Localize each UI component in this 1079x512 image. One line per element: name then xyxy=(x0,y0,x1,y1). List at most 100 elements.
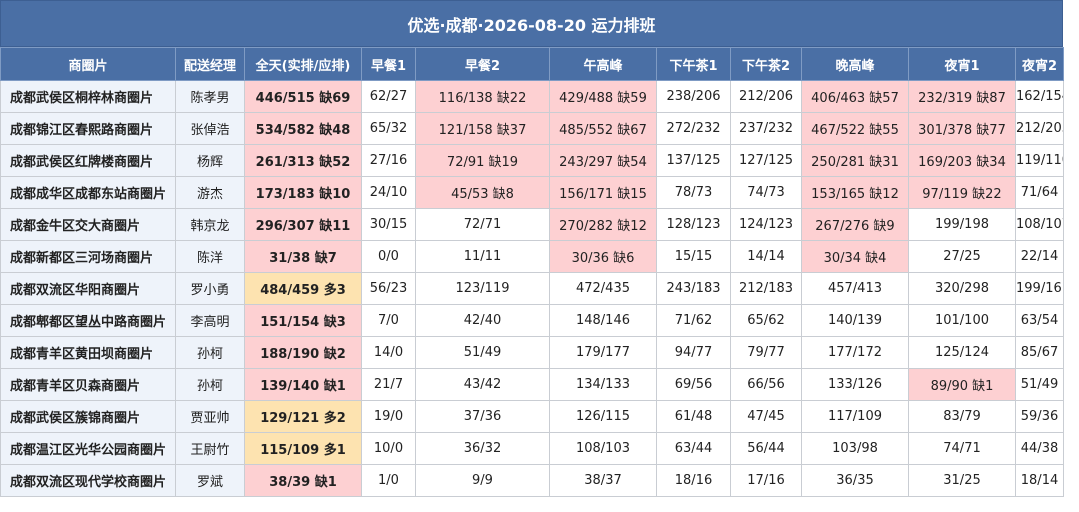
slot-cell: 47/45 xyxy=(730,400,802,433)
slot-cell: 108/103 xyxy=(549,432,657,465)
slot-cell: 66/56 xyxy=(730,368,802,401)
total-cell: 484/459 多3 xyxy=(244,272,362,305)
slot-cell: 272/232 xyxy=(656,112,731,145)
slot-cell: 61/48 xyxy=(656,400,731,433)
total-cell: 115/109 多1 xyxy=(244,432,362,465)
total-cell: 31/38 缺7 xyxy=(244,240,362,273)
slot-cell: 30/15 xyxy=(361,208,416,241)
header-dinner-peak: 晚高峰 xyxy=(801,47,909,81)
area-cell: 成都金牛区交大商圈片 xyxy=(0,208,176,241)
table-row: 成都双流区现代学校商圈片 罗斌 38/39 缺1 1/0 9/9 38/37 18/16 17… xyxy=(0,464,1064,497)
slot-cell: 31/25 xyxy=(908,464,1016,497)
slot-cell: 137/125 xyxy=(656,144,731,177)
slot-cell: 9/9 xyxy=(415,464,550,497)
header-breakfast1: 早餐1 xyxy=(361,47,416,81)
slot-cell: 169/203 缺34 xyxy=(908,144,1016,177)
total-cell: 139/140 缺1 xyxy=(244,368,362,401)
total-cell: 173/183 缺10 xyxy=(244,176,362,209)
header-breakfast2: 早餐2 xyxy=(415,47,550,81)
table-row: 成都郫都区望丛中路商圈片 李高明 151/154 缺3 7/0 42/40 148/146… xyxy=(0,304,1064,337)
header-total: 全天(实排/应排) xyxy=(244,47,362,81)
sheet-title: 优选·成都·2026-08-20 运力排班 xyxy=(0,0,1063,47)
slot-cell: 121/158 缺37 xyxy=(415,112,550,145)
header-manager: 配送经理 xyxy=(175,47,245,81)
manager-cell: 王尉竹 xyxy=(175,432,245,465)
area-cell: 成都武侯区红牌楼商圈片 xyxy=(0,144,176,177)
slot-cell: 18/16 xyxy=(656,464,731,497)
table-row: 成都金牛区交大商圈片 韩京龙 296/307 缺11 30/15 72/71 270/28… xyxy=(0,208,1064,241)
slot-cell: 232/319 缺87 xyxy=(908,80,1016,113)
slot-cell: 38/37 xyxy=(549,464,657,497)
slot-cell: 24/10 xyxy=(361,176,416,209)
slot-cell: 14/0 xyxy=(361,336,416,369)
total-cell: 151/154 缺3 xyxy=(244,304,362,337)
manager-cell: 韩京龙 xyxy=(175,208,245,241)
slot-cell: 117/109 xyxy=(801,400,909,433)
slot-cell: 74/71 xyxy=(908,432,1016,465)
slot-cell: 15/15 xyxy=(656,240,731,273)
slot-cell: 199/161 xyxy=(1015,272,1064,305)
manager-cell: 陈孝男 xyxy=(175,80,245,113)
slot-cell: 17/16 xyxy=(730,464,802,497)
table-row: 成都温江区光华公园商圈片 王尉竹 115/109 多1 10/0 36/32 108/10… xyxy=(0,432,1064,465)
manager-cell: 张倬浩 xyxy=(175,112,245,145)
slot-cell: 30/36 缺6 xyxy=(549,240,657,273)
table-row: 成都青羊区贝森商圈片 孙柯 139/140 缺1 21/7 43/42 134/133 69… xyxy=(0,368,1064,401)
slot-cell: 103/98 xyxy=(801,432,909,465)
slot-cell: 83/79 xyxy=(908,400,1016,433)
table-row: 成都武侯区红牌楼商圈片 杨辉 261/313 缺52 27/16 72/91 缺19 24… xyxy=(0,144,1064,177)
slot-cell: 212/205 xyxy=(1015,112,1064,145)
slot-cell: 153/165 缺12 xyxy=(801,176,909,209)
header-latenight1: 夜宵1 xyxy=(908,47,1016,81)
slot-cell: 71/62 xyxy=(656,304,731,337)
slot-cell: 406/463 缺57 xyxy=(801,80,909,113)
schedule-sheet: 优选·成都·2026-08-20 运力排班 商圈片 配送经理 全天(实排/应排)… xyxy=(0,0,1064,497)
slot-cell: 74/73 xyxy=(730,176,802,209)
slot-cell: 0/0 xyxy=(361,240,416,273)
slot-cell: 78/73 xyxy=(656,176,731,209)
slot-cell: 128/123 xyxy=(656,208,731,241)
slot-cell: 301/378 缺77 xyxy=(908,112,1016,145)
slot-cell: 429/488 缺59 xyxy=(549,80,657,113)
slot-cell: 238/206 xyxy=(656,80,731,113)
slot-cell: 472/435 xyxy=(549,272,657,305)
slot-cell: 140/139 xyxy=(801,304,909,337)
manager-cell: 罗小勇 xyxy=(175,272,245,305)
slot-cell: 134/133 xyxy=(549,368,657,401)
schedule-table: 商圈片 配送经理 全天(实排/应排) 早餐1 早餐2 午高峰 下午茶1 下午茶2… xyxy=(0,47,1064,497)
manager-cell: 杨辉 xyxy=(175,144,245,177)
slot-cell: 162/154 xyxy=(1015,80,1064,113)
header-tea2: 下午茶2 xyxy=(730,47,802,81)
slot-cell: 72/91 缺19 xyxy=(415,144,550,177)
slot-cell: 18/14 xyxy=(1015,464,1064,497)
total-cell: 534/582 缺48 xyxy=(244,112,362,145)
slot-cell: 89/90 缺1 xyxy=(908,368,1016,401)
slot-cell: 21/7 xyxy=(361,368,416,401)
slot-cell: 63/44 xyxy=(656,432,731,465)
slot-cell: 116/138 缺22 xyxy=(415,80,550,113)
slot-cell: 56/23 xyxy=(361,272,416,305)
slot-cell: 69/56 xyxy=(656,368,731,401)
slot-cell: 127/125 xyxy=(730,144,802,177)
total-cell: 261/313 缺52 xyxy=(244,144,362,177)
slot-cell: 62/27 xyxy=(361,80,416,113)
slot-cell: 36/35 xyxy=(801,464,909,497)
slot-cell: 179/177 xyxy=(549,336,657,369)
slot-cell: 27/25 xyxy=(908,240,1016,273)
slot-cell: 37/36 xyxy=(415,400,550,433)
slot-cell: 51/49 xyxy=(415,336,550,369)
table-row: 成都新都区三河场商圈片 陈洋 31/38 缺7 0/0 11/11 30/36 缺6 15/… xyxy=(0,240,1064,273)
area-cell: 成都郫都区望丛中路商圈片 xyxy=(0,304,176,337)
slot-cell: 156/171 缺15 xyxy=(549,176,657,209)
slot-cell: 14/14 xyxy=(730,240,802,273)
slot-cell: 123/119 xyxy=(415,272,550,305)
area-cell: 成都成华区成都东站商圈片 xyxy=(0,176,176,209)
area-cell: 成都温江区光华公园商圈片 xyxy=(0,432,176,465)
area-cell: 成都青羊区黄田坝商圈片 xyxy=(0,336,176,369)
slot-cell: 27/16 xyxy=(361,144,416,177)
slot-cell: 101/100 xyxy=(908,304,1016,337)
area-cell: 成都武侯区簇锦商圈片 xyxy=(0,400,176,433)
slot-cell: 267/276 缺9 xyxy=(801,208,909,241)
slot-cell: 148/146 xyxy=(549,304,657,337)
slot-cell: 22/14 xyxy=(1015,240,1064,273)
